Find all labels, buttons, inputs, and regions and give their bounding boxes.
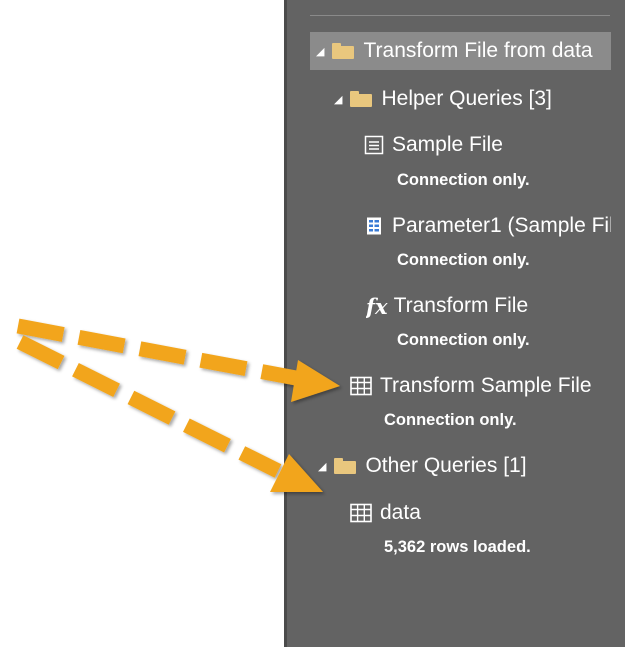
- arrow-to-other-queries: [16, 335, 323, 492]
- annotation-arrows: [16, 318, 340, 492]
- arrow-to-transform-sample-file: [16, 318, 340, 402]
